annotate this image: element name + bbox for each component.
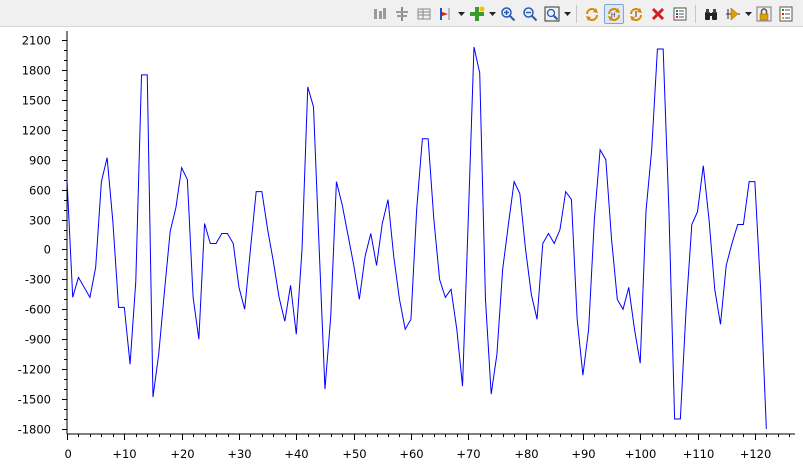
- y-tick-label: 600: [29, 184, 51, 198]
- cursor-button[interactable]: [723, 4, 743, 24]
- chart-area[interactable]: 2100 1800 1500 1200 900 600 300 0 -300 -600 -900 -1…: [0, 27, 803, 469]
- x-axis: 0 +10 +20 +30 +40 +50 +60 +70 +80 +90 +100 +110 +120: [65, 433, 795, 461]
- series-line: [66, 46, 767, 430]
- zoom-fit-button[interactable]: [542, 4, 562, 24]
- table-icon: [416, 6, 432, 22]
- add-plot-icon: [469, 6, 485, 22]
- y-tick-label: 0: [44, 243, 51, 257]
- legend-button[interactable]: [776, 4, 796, 24]
- x-tick-label: +70: [456, 447, 480, 461]
- x-tick-label: +20: [170, 447, 194, 461]
- properties-button[interactable]: [670, 4, 690, 24]
- toolbar-separator: [576, 4, 577, 23]
- lock-button[interactable]: [754, 4, 774, 24]
- cursor-dropdown-arrow[interactable]: [744, 4, 753, 24]
- y-tick-label: -1500: [18, 393, 51, 407]
- y-tick-label: 300: [29, 214, 51, 228]
- y-tick-label: -1800: [18, 423, 51, 437]
- chevron-down-icon: [458, 11, 465, 16]
- y-tick-label: -1200: [18, 363, 51, 377]
- bars-icon: [372, 6, 388, 22]
- center-button[interactable]: [392, 4, 412, 24]
- properties-icon: [672, 6, 688, 22]
- clear-button[interactable]: [648, 4, 668, 24]
- x-tick-label: 0: [65, 447, 72, 461]
- x-tick-label: +60: [399, 447, 423, 461]
- binoculars-icon: [703, 6, 719, 22]
- autoscale-y-icon: [628, 6, 644, 22]
- lock-icon: [756, 6, 772, 22]
- y-tick-label: -600: [25, 303, 51, 317]
- x-tick-label: +100: [625, 447, 657, 461]
- autoscale-icon: [584, 6, 600, 22]
- zoom-in-icon: [500, 6, 516, 22]
- zoom-out-button[interactable]: [520, 4, 540, 24]
- toolbar-separator: [695, 4, 696, 23]
- add-plot-dropdown-arrow[interactable]: [488, 4, 497, 24]
- legend-icon: [778, 6, 794, 22]
- toolbar-button-group: H: [369, 3, 797, 24]
- x-tick-label: +80: [514, 447, 538, 461]
- chevron-down-icon: [489, 11, 496, 16]
- x-tick-label: +40: [284, 447, 308, 461]
- x-tick-label: +110: [683, 447, 715, 461]
- x-tick-label: +90: [571, 447, 595, 461]
- x-tick-label: +120: [740, 447, 772, 461]
- zoom-fit-dropdown-arrow[interactable]: [563, 4, 572, 24]
- marker-dropdown-arrow[interactable]: [457, 4, 466, 24]
- chevron-down-icon: [745, 11, 752, 16]
- zoom-in-button[interactable]: [498, 4, 518, 24]
- x-tick-label: +50: [342, 447, 366, 461]
- chevron-down-icon: [564, 11, 571, 16]
- plot-series: [66, 46, 767, 430]
- y-tick-label: 2100: [22, 34, 51, 48]
- autoscale-xy-button[interactable]: H: [604, 3, 624, 24]
- cursor-icon: [725, 6, 741, 22]
- autoscale-button[interactable]: [582, 4, 602, 24]
- x-tick-label: +30: [227, 447, 251, 461]
- svg-text:H: H: [611, 12, 616, 19]
- y-tick-label: 1500: [22, 94, 51, 108]
- zoom-out-icon: [522, 6, 538, 22]
- marker-button[interactable]: [436, 4, 456, 24]
- center-icon: [394, 6, 410, 22]
- line-chart[interactable]: 2100 1800 1500 1200 900 600 300 0 -300 -600 -900 -1…: [0, 27, 803, 469]
- autoscale-xy-icon: H: [606, 6, 622, 22]
- marker-icon: [438, 6, 454, 22]
- x-tick-label: +10: [112, 447, 136, 461]
- y-axis: 2100 1800 1500 1200 900 600 300 0 -300 -600 -900 -1…: [18, 31, 68, 437]
- y-tick-label: 1800: [22, 64, 51, 78]
- y-tick-label: -300: [25, 273, 51, 287]
- clear-icon: [650, 6, 666, 22]
- bars-button[interactable]: [370, 4, 390, 24]
- zoom-fit-icon: [544, 6, 560, 22]
- y-tick-label: 1200: [22, 124, 51, 138]
- add-plot-button[interactable]: [467, 4, 487, 24]
- table-button[interactable]: [414, 4, 434, 24]
- autoscale-y-button[interactable]: [626, 4, 646, 24]
- binoculars-button[interactable]: [701, 4, 721, 24]
- chart-toolbar: H: [0, 0, 803, 27]
- y-tick-label: -900: [25, 333, 51, 347]
- y-tick-label: 900: [29, 154, 51, 168]
